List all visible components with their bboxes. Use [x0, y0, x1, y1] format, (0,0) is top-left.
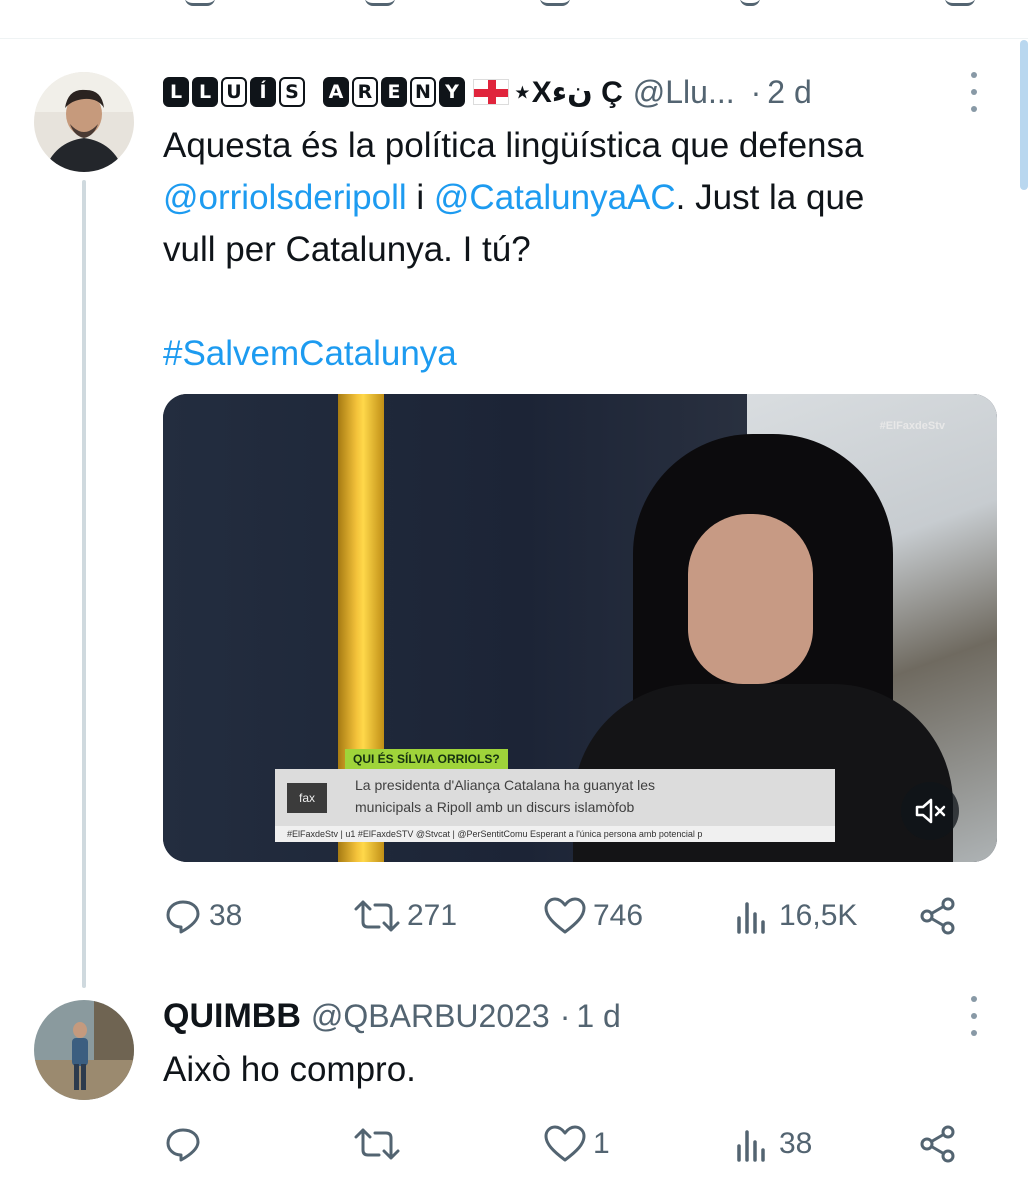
thread-line — [82, 180, 86, 988]
lower-third-line1: La presidenta d'Aliança Catalana ha guan… — [355, 777, 655, 793]
remnant-icon — [740, 0, 760, 6]
share-button[interactable] — [918, 896, 958, 936]
separator-dot: · — [559, 997, 571, 1034]
reply-icon — [166, 1128, 200, 1162]
share-button[interactable] — [918, 1124, 958, 1164]
tweet2-header: QUIMBB @QBARBU2023 · 1 d — [163, 996, 621, 1036]
name-letter: A — [323, 77, 349, 107]
retweet-button[interactable] — [353, 1124, 543, 1164]
tweet2-timestamp[interactable]: 1 d — [576, 998, 620, 1035]
reply-icon — [166, 900, 200, 934]
avatar-tweet1[interactable] — [34, 72, 134, 172]
avatar-tweet2[interactable] — [34, 1000, 134, 1100]
separator-dot: · — [750, 73, 762, 110]
like-count: 746 — [593, 899, 644, 932]
mute-button[interactable] — [901, 782, 959, 840]
tweet2-text: Això ho compro. — [163, 1050, 416, 1089]
remnant-icon — [365, 0, 395, 6]
tweet1-text-line: @orriolsderipoll i @CatalunyaAC. Just la… — [163, 172, 993, 224]
tweet2-display-name[interactable]: QUIMBB — [163, 997, 301, 1036]
tweet1-text: Aquesta és la política lingüística que d… — [163, 120, 993, 380]
reply-button[interactable] — [163, 1124, 353, 1164]
video-watermark: #ElFaxdeStv — [879, 420, 945, 432]
name-letter: L — [163, 77, 189, 107]
fax-logo-icon: fax — [287, 783, 327, 813]
retweet-icon — [354, 900, 400, 932]
mention-catalunyaac[interactable]: @CatalunyaAC — [434, 178, 676, 217]
name-letter: Í — [250, 77, 276, 107]
name-letter: Y — [439, 77, 465, 107]
avatar-photo-icon — [34, 1000, 134, 1100]
remnant-icon — [945, 0, 975, 6]
tweet1-text-line: Aquesta és la política lingüística que d… — [163, 126, 864, 165]
like-count: 1 — [593, 1127, 610, 1160]
retweet-count: 271 — [407, 899, 458, 932]
tweet1-display-name[interactable]: L L U Í S A R E N Y — [163, 77, 465, 107]
views-button[interactable]: 38 — [733, 1124, 918, 1164]
share-icon — [920, 1125, 955, 1163]
video-lower-third: QUI ÉS SÍLVIA ORRIOLS? fax La presidenta… — [275, 749, 835, 827]
views-button[interactable]: 16,5K — [733, 896, 918, 936]
heart-icon — [544, 897, 586, 934]
speaker-muted-icon — [915, 798, 946, 824]
analytics-icon — [737, 1130, 765, 1162]
more-options-icon[interactable] — [968, 996, 980, 1036]
video-player[interactable]: #ElFaxdeStv QUI ÉS SÍLVIA ORRIOLS? fax L… — [163, 394, 997, 862]
previous-tweet-actions-remnant — [0, 0, 1028, 40]
lower-third-line2: municipals a Ripoll amb un discurs islam… — [355, 799, 635, 815]
tweet1-action-bar: 38 271 746 16,5K — [163, 896, 963, 936]
view-count: 16,5K — [779, 899, 858, 932]
analytics-icon — [737, 902, 765, 934]
like-button[interactable]: 1 — [543, 1124, 733, 1164]
like-button[interactable]: 746 — [543, 896, 733, 936]
name-letter: R — [352, 77, 378, 107]
tweet1-text-line: vull per Catalunya. I tú? — [163, 230, 531, 269]
reply-count: 38 — [209, 899, 243, 932]
retweet-icon — [354, 1128, 400, 1160]
lower-third-tag: QUI ÉS SÍLVIA ORRIOLS? — [345, 749, 508, 769]
scrollbar[interactable] — [1016, 40, 1028, 200]
tweet1-header: L L U Í S A R E N Y ⋆Xنﺀ Ç @Llu... · 2 d — [163, 72, 812, 112]
name-letter: S — [279, 77, 305, 107]
more-options-icon[interactable] — [968, 72, 980, 112]
tweet1-handle[interactable]: @Llu... — [633, 74, 735, 111]
heart-icon — [544, 1125, 586, 1162]
tweet2-action-bar: 1 38 — [163, 1124, 963, 1164]
england-flag-icon — [473, 79, 509, 105]
name-letter: U — [221, 77, 247, 107]
tweet1-timestamp[interactable]: 2 d — [767, 74, 811, 111]
name-letter: N — [410, 77, 436, 107]
name-letter: L — [192, 77, 218, 107]
tweet2-handle[interactable]: @QBARBU2023 — [311, 998, 550, 1035]
video-ticker: #ElFaxdeStv | u1 #ElFaxdeSTV @Stvcat | @… — [275, 826, 835, 842]
divider — [0, 38, 1028, 39]
retweet-button[interactable]: 271 — [353, 896, 543, 936]
person-face — [688, 514, 813, 684]
share-icon — [920, 897, 955, 935]
view-count: 38 — [779, 1127, 813, 1160]
avatar-photo-icon — [34, 72, 134, 172]
name-decoration: ⋆Xنﺀ Ç — [513, 75, 623, 109]
tweet1-text-rest: . Just la que — [675, 178, 865, 217]
hashtag-salvemcatalunya[interactable]: #SalvemCatalunya — [163, 328, 993, 380]
reply-button[interactable]: 38 — [163, 896, 353, 936]
remnant-icon — [185, 0, 215, 6]
conjunction: i — [406, 178, 434, 217]
lower-third-box: fax La presidenta d'Aliança Catalana ha … — [275, 769, 835, 827]
remnant-icon — [540, 0, 570, 6]
mention-orriolsderipoll[interactable]: @orriolsderipoll — [163, 178, 407, 217]
scrollbar-thumb[interactable] — [1020, 40, 1028, 190]
name-letter: E — [381, 77, 407, 107]
